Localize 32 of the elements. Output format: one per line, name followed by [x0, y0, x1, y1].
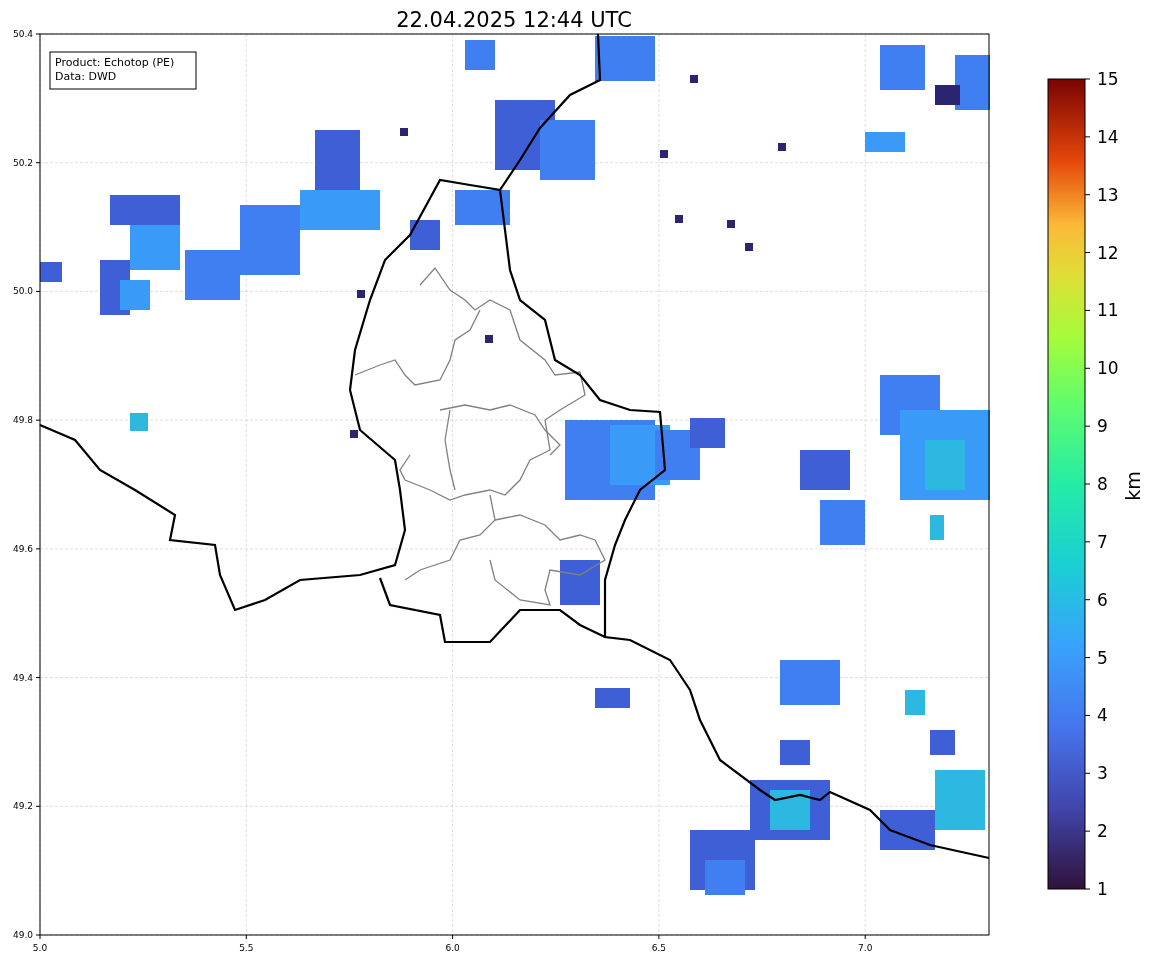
colorbar-tick-label: 9 — [1097, 416, 1108, 437]
x-tick-label: 6.0 — [445, 943, 460, 953]
y-tick-label: 50.0 — [12, 286, 33, 297]
colorbar-tick-label: 14 — [1097, 126, 1119, 147]
x-tick-label: 5.5 — [239, 943, 254, 953]
colorbar-tick-label: 7 — [1097, 531, 1108, 552]
x-tick-label: 6.5 — [651, 943, 667, 953]
colorbar-tick-label: 6 — [1097, 589, 1108, 610]
colorbar-tick-label: 11 — [1097, 300, 1119, 321]
y-tick-label: 50.2 — [12, 157, 33, 168]
colorbar-tick-label: 12 — [1097, 242, 1119, 263]
info-text: Data: DWD — [55, 70, 117, 83]
y-tick-label: 49.2 — [12, 801, 33, 812]
colorbar-tick-label: 3 — [1097, 763, 1108, 784]
colorbar-tick-label: 2 — [1097, 821, 1108, 842]
colorbar-tick-label: 1 — [1097, 879, 1108, 899]
colorbar-tick-label: 10 — [1097, 358, 1119, 379]
y-tick-label: 49.8 — [12, 415, 33, 426]
colorbar-tick-label: 15 — [1097, 69, 1119, 89]
colorbar-label: km — [1122, 471, 1144, 501]
x-tick-label: 7.0 — [858, 943, 873, 953]
info-text: Product: Echotop (PE) — [55, 56, 175, 69]
y-tick-label: 50.4 — [12, 29, 33, 39]
x-tick-label: 5.0 — [32, 943, 48, 953]
colorbar-tick-label: 8 — [1097, 474, 1108, 494]
plot-title: 22.04.2025 12:44 UTC — [396, 8, 632, 32]
colorbar-tick-label: 5 — [1097, 647, 1108, 668]
colorbar-tick-label: 13 — [1097, 184, 1119, 205]
y-tick-label: 49.0 — [12, 930, 33, 940]
y-tick-label: 49.6 — [12, 543, 33, 554]
y-tick-label: 49.4 — [12, 672, 33, 683]
colorbar-tick-label: 4 — [1097, 705, 1108, 726]
